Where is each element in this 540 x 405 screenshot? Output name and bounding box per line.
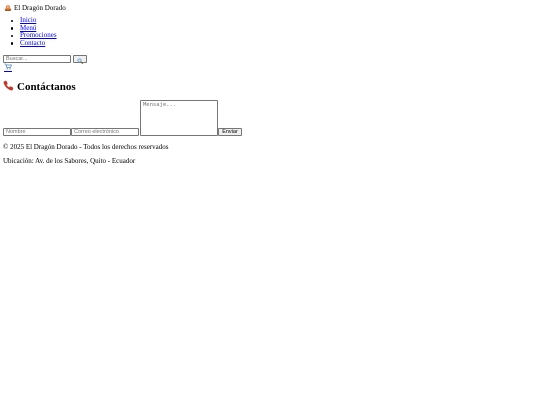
restaurant-plate-icon [4,4,12,12]
cart-link[interactable] [4,63,12,72]
send-button[interactable]: Enviar [218,128,242,136]
contact-title-text: Contáctanos [17,81,76,93]
shopping-cart-icon [4,63,12,72]
telephone-icon [3,80,14,94]
location-text: Ubicación: Av. de los Sabores, Quito - E… [3,157,136,165]
nav-list: Inicio Menú Promociones Contacto [11,16,57,48]
nav-link-contacto[interactable]: Contacto [20,39,45,47]
search-input[interactable] [3,55,71,63]
email-field[interactable] [71,128,139,136]
brand-name: El Dragón Dorado [14,4,66,12]
search-button[interactable] [73,55,87,64]
magnifier-icon [77,52,83,67]
site-header: El Dragón Dorado [4,3,66,13]
search-bar [3,55,87,64]
message-field[interactable] [140,100,218,136]
name-field[interactable] [3,128,71,136]
contact-title: Contáctanos [3,80,76,94]
nav-item-contacto: Contacto [11,39,57,48]
contact-form: Enviar [3,100,283,138]
copyright-text: © 2025 El Dragón Dorado - Todos los dere… [3,143,169,151]
